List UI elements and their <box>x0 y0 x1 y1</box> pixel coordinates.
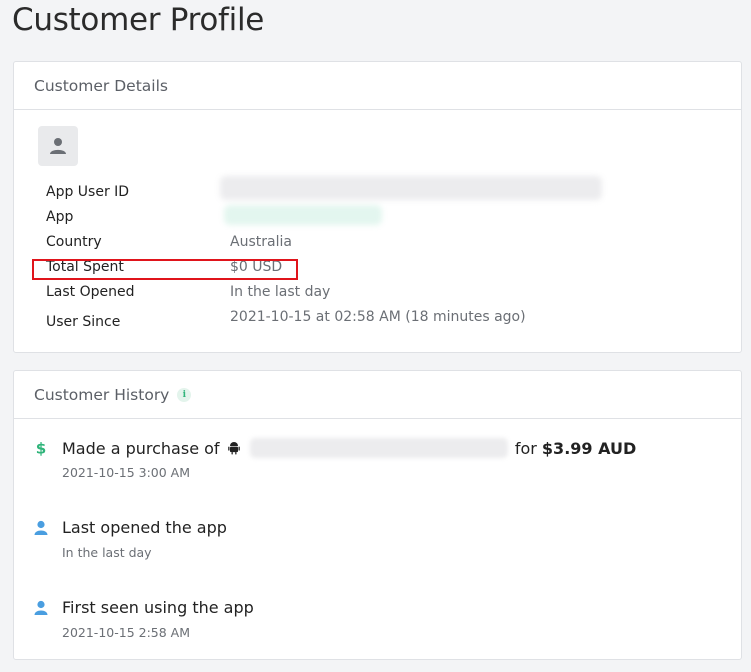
detail-label: User Since <box>46 314 121 330</box>
person-icon <box>50 138 66 154</box>
avatar <box>38 126 78 166</box>
android-icon <box>227 442 240 455</box>
redacted-app-name <box>224 205 382 225</box>
total-spent-highlight <box>32 259 298 280</box>
svg-text:$: $ <box>36 440 47 456</box>
detail-value: 2021-10-15 at 02:58 AM (18 minutes ago) <box>230 309 526 325</box>
detail-value: Australia <box>230 234 292 250</box>
history-purchase-text: Made a purchase of for $3.99 AUD <box>62 438 636 458</box>
history-event-text: Last opened the app <box>62 518 227 537</box>
user-icon <box>34 600 48 615</box>
customer-details-title: Customer Details <box>34 76 168 95</box>
customer-history-header: Customer History i <box>14 371 741 419</box>
detail-value: In the last day <box>230 284 331 300</box>
redacted-app-user-id <box>220 176 602 200</box>
detail-label: App User ID <box>46 184 130 200</box>
customer-history-card: Customer History i $ Made a purchase of … <box>13 370 742 660</box>
info-icon[interactable]: i <box>177 387 192 402</box>
history-timestamp: In the last day <box>62 545 152 560</box>
detail-label: Country <box>46 234 102 250</box>
customer-details-card: Customer Details App User ID App Country… <box>13 61 742 353</box>
redacted-product-name <box>249 438 508 458</box>
history-timestamp: 2021-10-15 3:00 AM <box>62 465 190 480</box>
history-event-text: First seen using the app <box>62 598 254 617</box>
page-title: Customer Profile <box>12 2 265 38</box>
customer-details-header: Customer Details <box>14 62 741 110</box>
purchase-prefix: Made a purchase of <box>62 439 220 458</box>
detail-label: Last Opened <box>46 284 135 300</box>
detail-label: App <box>46 209 74 225</box>
purchase-amount: $3.99 AUD <box>541 439 637 458</box>
purchase-suffix: for <box>514 439 537 458</box>
user-icon <box>34 520 48 535</box>
dollar-icon: $ <box>36 440 47 456</box>
customer-history-title: Customer History <box>34 385 170 404</box>
history-timestamp: 2021-10-15 2:58 AM <box>62 625 190 640</box>
